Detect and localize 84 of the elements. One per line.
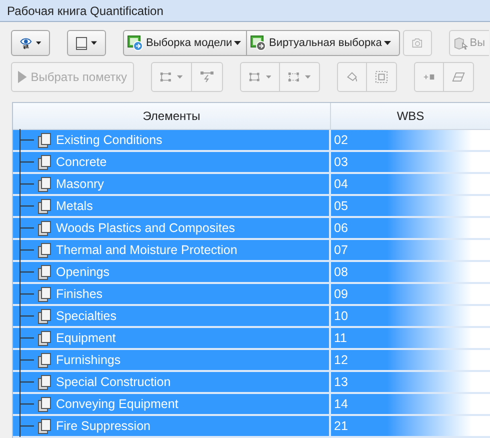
wbs-cell: 21 xyxy=(331,416,472,436)
document-stack-icon xyxy=(37,330,53,346)
window-title: Рабочая книга Quantification xyxy=(7,2,164,20)
document-stack-icon xyxy=(37,308,53,324)
caret-icon xyxy=(384,41,391,45)
tree-row[interactable]: Metals xyxy=(13,196,331,216)
view-button[interactable] xyxy=(11,30,50,56)
tree-row[interactable]: Concrete xyxy=(13,152,331,172)
element-name: Masonry xyxy=(56,176,104,193)
tree-row[interactable]: Openings xyxy=(13,262,331,282)
column-header[interactable]: WBS xyxy=(331,103,490,129)
wbs-cell: 06 xyxy=(331,218,472,238)
element-name: Metals xyxy=(56,198,93,215)
tree-row[interactable]: Specialties xyxy=(13,306,331,326)
element-name: Specialties xyxy=(56,308,116,325)
document-stack-icon xyxy=(37,198,53,214)
caret-icon xyxy=(177,75,183,79)
add-item-icon xyxy=(423,72,435,82)
document-stack-icon xyxy=(37,132,53,148)
element-name: Thermal and Moisture Protection xyxy=(56,242,238,259)
wbs-cell: 03 xyxy=(331,152,472,172)
wbs-cell: 09 xyxy=(331,284,472,304)
wbs-cell: 14 xyxy=(331,394,472,414)
tree-row[interactable]: Furnishings xyxy=(13,350,331,370)
caret-icon xyxy=(266,75,271,79)
wbs-cell: 11 xyxy=(331,328,472,348)
tree-row[interactable]: Thermal and Moisture Protection xyxy=(13,240,331,260)
element-name: Existing Conditions xyxy=(56,132,162,149)
tree-row[interactable]: Equipment xyxy=(13,328,331,348)
element-name: Equipment xyxy=(56,330,116,347)
document-stack-icon xyxy=(37,352,53,368)
pointer-icon xyxy=(18,70,27,84)
tree-row[interactable]: Conveying Equipment xyxy=(13,394,331,414)
tree-row[interactable]: Existing Conditions xyxy=(13,130,331,150)
document-stack-icon xyxy=(37,154,53,170)
wbs-cell: 07 xyxy=(331,240,472,260)
cube-cursor-icon xyxy=(454,36,468,50)
document-stack-icon xyxy=(37,264,53,280)
element-name: Fire Suppression xyxy=(56,418,150,435)
selection-tree-icon xyxy=(127,35,144,51)
document-stack-icon xyxy=(37,220,53,236)
tree-row[interactable]: Special Construction xyxy=(13,372,331,392)
element-name: Special Construction xyxy=(56,374,171,391)
element-name: Conveying Equipment xyxy=(56,396,178,413)
dashed-area-icon xyxy=(288,71,300,83)
wbs-cell: 10 xyxy=(331,306,472,326)
document-stack-icon xyxy=(37,396,53,412)
selection-tree-icon xyxy=(250,35,267,51)
caret-icon xyxy=(305,75,311,79)
paint-bucket-icon xyxy=(346,70,358,84)
document-stack-icon xyxy=(37,176,53,192)
tree-row[interactable]: Fire Suppression xyxy=(13,416,331,436)
wbs-cell: 12 xyxy=(331,350,472,370)
element-name: Concrete xyxy=(56,154,107,171)
dropdown-button[interactable]: Выборка модели xyxy=(123,30,247,56)
element-name: Openings xyxy=(56,264,110,281)
eraser-icon xyxy=(452,71,465,83)
caret-icon xyxy=(234,41,242,45)
lightning-icon xyxy=(200,71,214,83)
polyline-icon xyxy=(160,71,172,83)
wbs-cell: 05 xyxy=(331,196,472,216)
element-name: Woods Plastics and Composites xyxy=(56,220,236,237)
caret-icon xyxy=(36,41,41,45)
dropdown-button[interactable]: Виртуальная выборка xyxy=(247,30,400,56)
document-stack-icon xyxy=(37,286,53,302)
document-stack-icon xyxy=(37,374,53,390)
wbs-cell: 04 xyxy=(331,174,472,194)
document-stack-icon xyxy=(37,418,53,434)
book-icon xyxy=(76,36,88,50)
selection-box-icon xyxy=(375,70,388,84)
wbs-cell: 08 xyxy=(331,262,472,282)
camera-icon xyxy=(412,36,423,50)
wbs-cell: 13 xyxy=(331,372,472,392)
column-header[interactable]: Элементы xyxy=(13,103,331,129)
book-button[interactable] xyxy=(67,30,106,56)
area-icon xyxy=(249,71,260,83)
tree-row[interactable]: Finishes xyxy=(13,284,331,304)
wbs-cell: 02 xyxy=(331,130,472,150)
tree-row[interactable]: Masonry xyxy=(13,174,331,194)
caret-icon xyxy=(91,41,97,45)
element-name: Furnishings xyxy=(56,352,121,369)
element-name: Finishes xyxy=(56,286,103,303)
document-stack-icon xyxy=(37,242,53,258)
tree-row[interactable]: Woods Plastics and Composites xyxy=(13,218,331,238)
